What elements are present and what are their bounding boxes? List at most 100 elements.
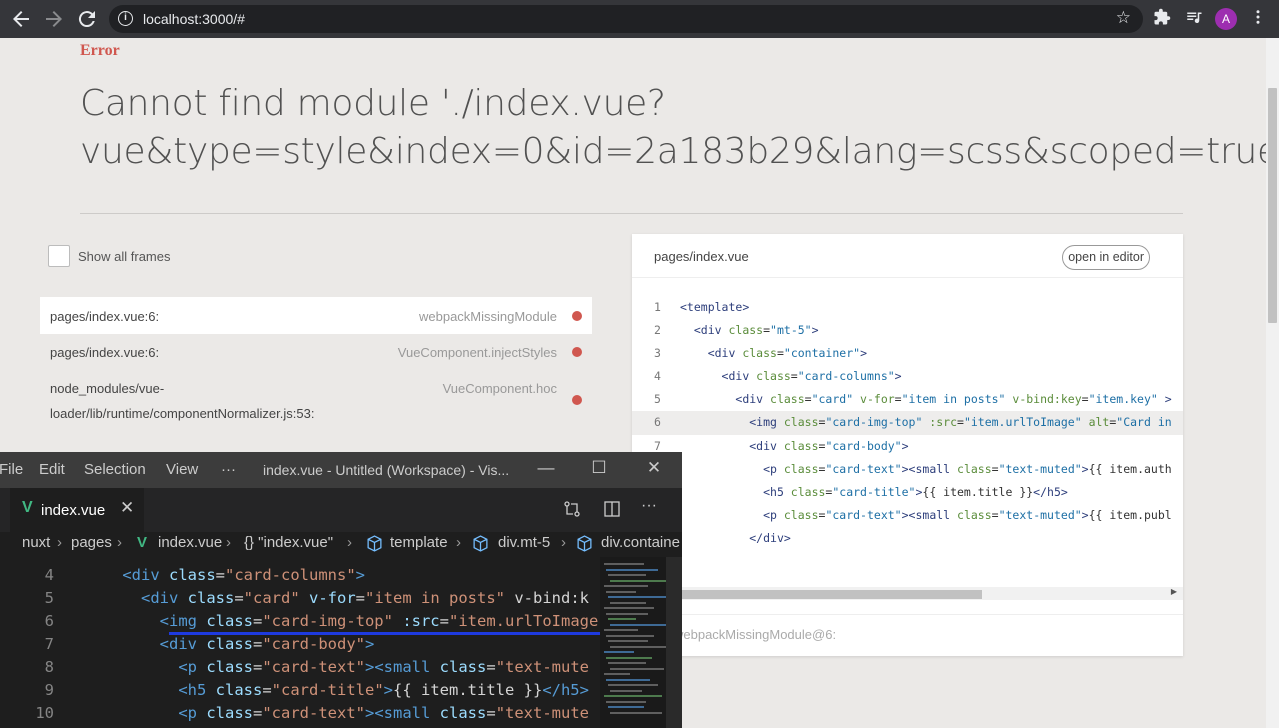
code-panel-header: pages/index.vue open in editor — [632, 234, 1183, 278]
editor-line[interactable]: 8 <p class="card-text"><small class="tex… — [0, 656, 600, 679]
cube-icon — [366, 535, 383, 556]
line-number: 5 — [44, 589, 54, 607]
code-text: <p class="card-text"><small class="text-… — [763, 507, 1172, 522]
code-text: <p class="card-text"><small class="text-… — [178, 658, 590, 676]
split-editor-icon[interactable] — [603, 500, 621, 523]
menu-dots-icon[interactable] — [1247, 8, 1269, 31]
minimap-line — [604, 695, 662, 697]
minimap-line — [610, 689, 642, 692]
minimap-line — [608, 706, 644, 708]
line-number: 10 — [35, 704, 54, 722]
editor-line[interactable]: 9 <h5 class="card-title">{{ item.title }… — [0, 679, 600, 702]
minimap-line — [604, 563, 644, 565]
menu-edit[interactable]: Edit — [39, 461, 65, 478]
avatar[interactable]: A — [1215, 8, 1237, 30]
cube-icon — [472, 535, 489, 556]
chevron-right-icon: › — [561, 534, 566, 551]
frame-function: webpackMissingModule — [418, 309, 557, 324]
line-number: 7 — [44, 635, 54, 653]
minimap-line — [608, 684, 658, 686]
code-panel-file-title: pages/index.vue — [654, 249, 749, 264]
code-line: 2 <div class="mt-5"> — [632, 319, 1183, 342]
vue-icon: V — [137, 534, 148, 551]
scrollbar-thumb[interactable] — [632, 590, 982, 599]
minimap-line — [604, 585, 648, 587]
frame-file: pages/index.vue:6: — [50, 309, 160, 324]
line-number: 9 — [44, 681, 54, 699]
error-label: Error — [80, 42, 120, 59]
editor-scrollbar[interactable] — [666, 557, 682, 728]
breadcrumb-div-container[interactable]: div.containe — [601, 534, 680, 551]
minimap-line — [608, 662, 646, 664]
horizontal-scrollbar[interactable]: ▶ — [632, 587, 1183, 600]
breadcrumb-index-vue[interactable]: index.vue — [158, 534, 222, 551]
minimap-line — [606, 656, 652, 659]
editor-line[interactable]: 10 <p class="card-text"><small class="te… — [0, 702, 600, 725]
page-scrollbar[interactable] — [1266, 38, 1279, 728]
menu-selection[interactable]: Selection — [84, 461, 146, 478]
menu-file[interactable]: File — [0, 461, 23, 478]
chevron-right-icon: › — [456, 534, 461, 551]
code-panel-footer: webpackMissingModule@6: — [674, 627, 837, 642]
menu-view[interactable]: View — [166, 461, 198, 478]
open-in-editor-button[interactable]: open in editor — [1062, 245, 1150, 270]
vscode-titlebar: File Edit Selection View ··· index.vue -… — [0, 452, 682, 488]
frame-status-dot — [572, 311, 582, 321]
error-message: Cannot find module './index.vue? vue&typ… — [80, 80, 1266, 176]
minimap-line — [610, 601, 646, 604]
breadcrumb-module[interactable]: {} "index.vue" — [244, 534, 333, 551]
error-message-line-2: vue&type=style&index=0&id=2a183b29&lang=… — [80, 131, 1266, 172]
breadcrumb-div-mt5[interactable]: div.mt-5 — [498, 534, 550, 551]
reload-icon[interactable] — [75, 7, 99, 31]
code-line: 7 <div class="card-body"> — [632, 435, 1183, 458]
info-icon[interactable]: i — [118, 11, 133, 26]
breadcrumb-template[interactable]: template — [390, 534, 448, 551]
address-bar[interactable]: i localhost:3000/# ☆ — [109, 5, 1143, 33]
forward-arrow-icon[interactable] — [42, 7, 66, 31]
code-text: <div class="card-body"> — [749, 438, 909, 453]
stack-frame[interactable]: pages/index.vue:6: webpackMissingModule — [40, 297, 592, 334]
code-panel-divider — [632, 614, 1183, 615]
star-icon[interactable]: ☆ — [1116, 8, 1131, 28]
breadcrumb-nuxt[interactable]: nuxt — [22, 534, 50, 551]
editor-line[interactable]: 6 <img class="card-img-top" :src="item.u… — [0, 610, 600, 633]
code-line: 9 <h5 class="card-title">{{ item.title }… — [632, 481, 1183, 504]
scroll-right-arrow-icon[interactable]: ▶ — [1171, 587, 1177, 596]
menu-more[interactable]: ··· — [221, 461, 236, 478]
editor-line[interactable]: 5 <div class="card" v-for="item in posts… — [0, 587, 600, 610]
code-text: <img class="card-img-top" :src="item.url… — [159, 612, 599, 630]
breadcrumb-pages[interactable]: pages — [71, 534, 112, 551]
stack-frame[interactable]: pages/index.vue:6: VueComponent.injectSt… — [40, 335, 592, 369]
page-scrollbar-thumb[interactable] — [1268, 88, 1277, 323]
code-line: 11 </div> — [632, 527, 1183, 550]
code-line: 5 <div class="card" v-for="item in posts… — [632, 388, 1183, 411]
close-window-icon[interactable]: ✕ — [644, 458, 664, 478]
code-line: 6 <img class="card-img-top" :src="item.u… — [632, 411, 1183, 435]
editor-code[interactable]: 4 <div class="card-columns"> 5 <div class… — [0, 564, 600, 725]
frame-status-dot — [572, 347, 582, 357]
back-arrow-icon[interactable] — [9, 7, 33, 31]
tab-label: index.vue — [41, 502, 106, 519]
close-tab-icon[interactable]: ✕ — [120, 498, 134, 518]
puzzle-icon[interactable] — [1151, 8, 1173, 31]
line-number: 1 — [654, 300, 661, 314]
compare-changes-icon[interactable] — [563, 500, 581, 523]
chevron-right-icon: › — [117, 534, 122, 551]
media-control-icon[interactable] — [1183, 8, 1205, 31]
line-number: 2 — [654, 323, 661, 338]
divider — [80, 213, 1183, 214]
code-line: 10 <p class="card-text"><small class="te… — [632, 504, 1183, 527]
tab-index-vue[interactable]: V index.vue ✕ — [10, 488, 144, 532]
vue-icon: V — [22, 499, 33, 516]
maximize-icon[interactable]: ☐ — [589, 458, 609, 478]
minimize-icon[interactable]: — — [536, 458, 556, 478]
editor-line[interactable]: 7 <div class="card-body"> — [0, 633, 600, 656]
stack-frame[interactable]: node_modules/vue- loader/lib/runtime/com… — [40, 373, 592, 429]
minimap-line — [610, 579, 670, 582]
show-all-frames-checkbox[interactable] — [48, 245, 70, 267]
more-actions-icon[interactable]: ··· — [641, 497, 657, 515]
code-text: <p class="card-text"><small class="text-… — [178, 704, 590, 722]
frame-file-line-2: loader/lib/runtime/componentNormalizer.j… — [50, 406, 315, 421]
editor-line[interactable]: 4 <div class="card-columns"> — [0, 564, 600, 587]
minimap-line — [606, 678, 650, 681]
